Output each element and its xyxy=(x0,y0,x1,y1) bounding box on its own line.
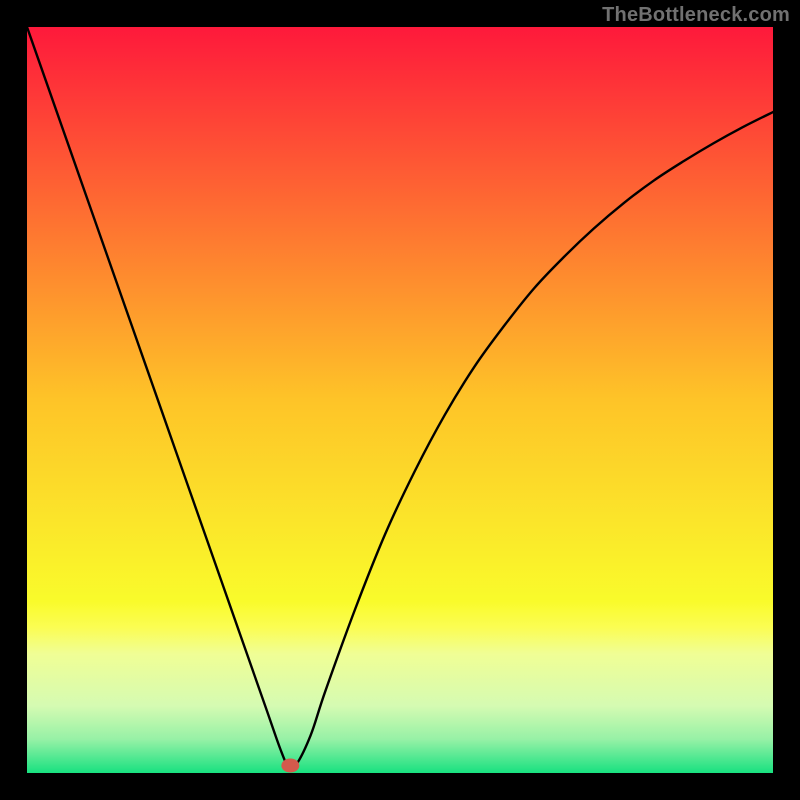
gradient-background xyxy=(27,27,773,773)
optimum-marker xyxy=(281,759,299,773)
attribution-text: TheBottleneck.com xyxy=(602,4,790,27)
plot-area xyxy=(27,27,773,773)
chart-frame: TheBottleneck.com xyxy=(0,0,800,800)
chart-svg xyxy=(27,27,773,773)
